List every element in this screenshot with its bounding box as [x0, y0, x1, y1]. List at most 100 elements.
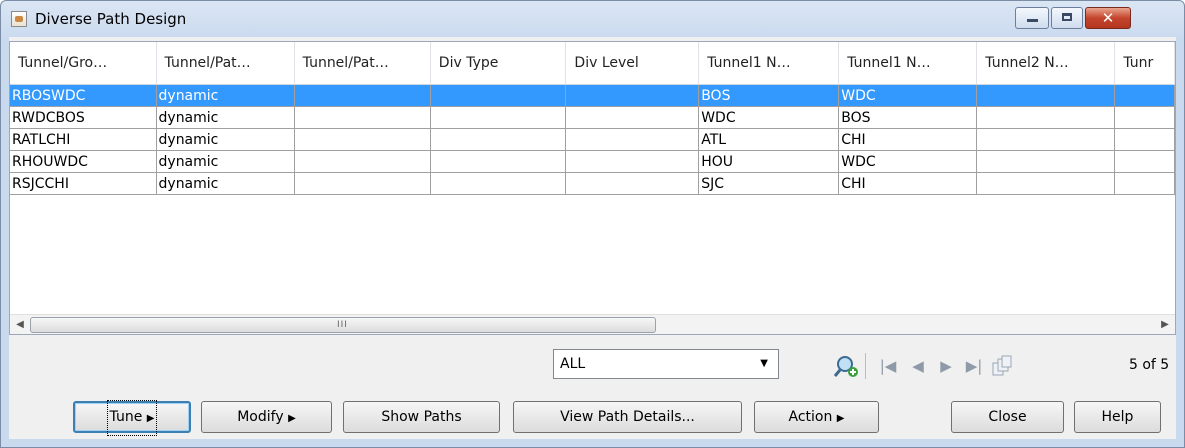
table-cell: dynamic [156, 84, 295, 107]
table-cell: CHI [838, 172, 978, 195]
table-cell [1114, 150, 1175, 173]
scroll-left-arrow-icon[interactable]: ◀ [10, 315, 30, 334]
table-cell [976, 128, 1116, 151]
column-header-5[interactable]: Tunnel1 N… [698, 42, 840, 85]
page-count: 5 of 5 [1129, 357, 1170, 373]
table-cell [1114, 84, 1175, 107]
table-cell [430, 128, 567, 151]
table-cell [430, 106, 567, 129]
table-cell: RSJCCHI [10, 172, 157, 195]
arrow-right-icon: ▶ [836, 413, 845, 424]
modify-button[interactable]: Modify ▶ [201, 401, 332, 433]
table-cell [1114, 128, 1175, 151]
column-header-8[interactable]: Tunr [1114, 42, 1175, 85]
table-cell: dynamic [156, 106, 295, 129]
table-cell: ATL [698, 128, 840, 151]
table-cell [430, 150, 567, 173]
arrow-right-icon: ▶ [146, 413, 155, 424]
table-cell [294, 84, 431, 107]
table-cell: BOS [698, 84, 840, 107]
table-cell [976, 172, 1116, 195]
close-window-button[interactable]: ✕ [1085, 7, 1131, 29]
minimize-icon [1027, 19, 1038, 22]
table-row[interactable]: RHOUWDC dynamic HOU WDC [10, 150, 1175, 173]
filter-value: ALL [560, 356, 586, 372]
search-zoom-icon[interactable] [833, 353, 861, 379]
tunnel-grid: Tunnel/Gro… Tunnel/Pat… Tunnel/Pat… Div Typ… [10, 42, 1175, 195]
modify-label: Modify [237, 409, 284, 425]
diverse-path-design-window: Diverse Path Design ✕ Tunnel/Gro… Tunnel/… [0, 0, 1185, 448]
column-header-3[interactable]: Div Type [430, 42, 567, 85]
table-cell: dynamic [156, 172, 295, 195]
tune-label: Tune [109, 409, 143, 425]
table-cell [565, 150, 700, 173]
filter-select[interactable]: ALL ▼ [553, 349, 779, 379]
view-path-details-button[interactable]: View Path Details... [513, 401, 742, 433]
table-cell [976, 84, 1116, 107]
show-paths-button[interactable]: Show Paths [343, 401, 500, 433]
table-cell: RBOSWDC [10, 84, 157, 107]
minimize-button[interactable] [1015, 7, 1049, 29]
table-cell [430, 172, 567, 195]
maximize-button[interactable] [1051, 7, 1083, 29]
title-bar[interactable]: Diverse Path Design ✕ [1, 1, 1184, 37]
table-cell [565, 172, 700, 195]
toolbar-separator [865, 353, 866, 379]
table-cell: BOS [838, 106, 978, 129]
action-button[interactable]: Action ▶ [754, 401, 879, 433]
table-cell [294, 172, 431, 195]
table-cell [976, 106, 1116, 129]
previous-page-icon[interactable]: ◀ [907, 355, 929, 377]
table-cell: RWDCBOS [10, 106, 157, 129]
column-header-2[interactable]: Tunnel/Pat… [294, 42, 431, 85]
scroll-right-arrow-icon[interactable]: ▶ [1155, 315, 1175, 334]
table-cell [1114, 106, 1175, 129]
table-cell: CHI [838, 128, 978, 151]
scrollbar-thumb[interactable]: III [30, 317, 656, 333]
table-row[interactable]: RWDCBOS dynamic WDC BOS [10, 106, 1175, 129]
table-cell [430, 84, 567, 107]
table-cell [565, 106, 700, 129]
table-cell: RHOUWDC [10, 150, 157, 173]
table-cell [1114, 172, 1175, 195]
table-cell: dynamic [156, 150, 295, 173]
table-cell: RATLCHI [10, 128, 157, 151]
arrow-right-icon: ▶ [288, 413, 296, 424]
window-title: Diverse Path Design [35, 10, 187, 28]
close-icon: ✕ [1101, 9, 1115, 27]
column-header-4[interactable]: Div Level [565, 42, 700, 85]
table-cell: dynamic [156, 128, 295, 151]
last-page-icon[interactable]: ▶| [963, 355, 985, 377]
column-header-7[interactable]: Tunnel2 N… [976, 42, 1116, 85]
table-row[interactable]: RBOSWDC dynamic BOS WDC [10, 84, 1175, 107]
table-cell [294, 106, 431, 129]
page-numbers-icon[interactable] [991, 355, 1013, 377]
action-label: Action [788, 409, 833, 425]
maximize-icon [1062, 13, 1072, 21]
first-page-icon[interactable]: |◀ [877, 355, 899, 377]
close-button[interactable]: Close [951, 401, 1064, 433]
table-cell: SJC [698, 172, 840, 195]
tunnel-table[interactable]: Tunnel/Gro… Tunnel/Pat… Tunnel/Pat… Div Typ… [9, 41, 1176, 335]
next-page-icon[interactable]: ▶ [935, 355, 957, 377]
table-row[interactable]: RSJCCHI dynamic SJC CHI [10, 172, 1175, 195]
horizontal-scrollbar[interactable]: ◀ III ▶ [10, 314, 1175, 334]
column-header-6[interactable]: Tunnel1 N… [838, 42, 978, 85]
table-cell [565, 128, 700, 151]
help-button[interactable]: Help [1074, 401, 1161, 433]
column-header-1[interactable]: Tunnel/Pat… [156, 42, 295, 85]
table-cell: WDC [838, 84, 978, 107]
scrollbar-grip: III [337, 320, 348, 330]
chevron-down-icon: ▼ [760, 358, 768, 369]
table-cell [565, 84, 700, 107]
table-cell [294, 150, 431, 173]
table-cell [976, 150, 1116, 173]
column-header-0[interactable]: Tunnel/Gro… [10, 42, 157, 85]
tune-button[interactable]: Tune ▶ [73, 400, 191, 436]
table-cell [294, 128, 431, 151]
table-cell: WDC [838, 150, 978, 173]
table-cell: HOU [698, 150, 840, 173]
table-cell: WDC [698, 106, 840, 129]
table-row[interactable]: RATLCHI dynamic ATL CHI [10, 128, 1175, 151]
app-icon [11, 11, 27, 27]
